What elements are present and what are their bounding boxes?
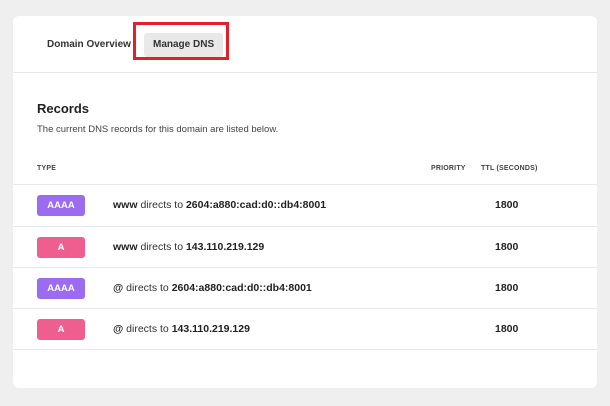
record-description: www directs to 2604:a880:cad:d0::db4:800… (113, 199, 326, 211)
record-name: @ (113, 282, 124, 294)
record-type-badge: A (37, 237, 85, 258)
record-connector: directs to (126, 282, 169, 294)
record-connector: directs to (126, 323, 169, 335)
record-description: @ directs to 2604:a880:cad:d0::db4:8001 (113, 282, 312, 294)
record-ttl: 1800 (495, 199, 519, 211)
record-name: www (113, 241, 138, 253)
table-row: AAAA www directs to 2604:a880:cad:d0::db… (13, 185, 597, 226)
record-connector: directs to (140, 199, 184, 211)
dns-card: Domain Overview Manage DNS Records The c… (13, 16, 597, 388)
tab-bar: Domain Overview Manage DNS (13, 16, 597, 73)
table-row: AAAA @ directs to 2604:a880:cad:d0::db4:… (13, 268, 597, 309)
record-type-badge: AAAA (37, 195, 85, 216)
record-ttl: 1800 (495, 241, 519, 253)
records-description: The current DNS records for this domain … (37, 124, 279, 135)
column-header-priority: PRIORITY (431, 165, 466, 172)
record-type-badge: AAAA (37, 278, 85, 299)
table-row: A @ directs to 143.110.219.129 1800 (13, 309, 597, 350)
record-name: @ (113, 323, 124, 335)
record-type-badge: A (37, 319, 85, 340)
column-header-type: TYPE (37, 165, 57, 172)
record-value: 143.110.219.129 (171, 323, 250, 335)
record-description: @ directs to 143.110.219.129 (113, 323, 250, 335)
column-header-ttl: TTL (SECONDS) (481, 165, 538, 172)
record-ttl: 1800 (495, 323, 519, 335)
tab-manage-dns[interactable]: Manage DNS (144, 33, 224, 57)
record-value: 2604:a880:cad:d0::db4:8001 (185, 199, 327, 211)
record-description: www directs to 143.110.219.129 (113, 241, 264, 253)
records-title: Records (37, 101, 90, 116)
record-connector: directs to (140, 241, 184, 253)
table-divider (13, 349, 597, 350)
record-name: www (113, 199, 138, 211)
tab-domain-overview[interactable]: Domain Overview (47, 33, 131, 57)
record-value: 143.110.219.129 (185, 241, 265, 253)
record-ttl: 1800 (495, 282, 519, 294)
record-value: 2604:a880:cad:d0::db4:8001 (171, 282, 312, 294)
table-row: A www directs to 143.110.219.129 1800 (13, 227, 597, 268)
